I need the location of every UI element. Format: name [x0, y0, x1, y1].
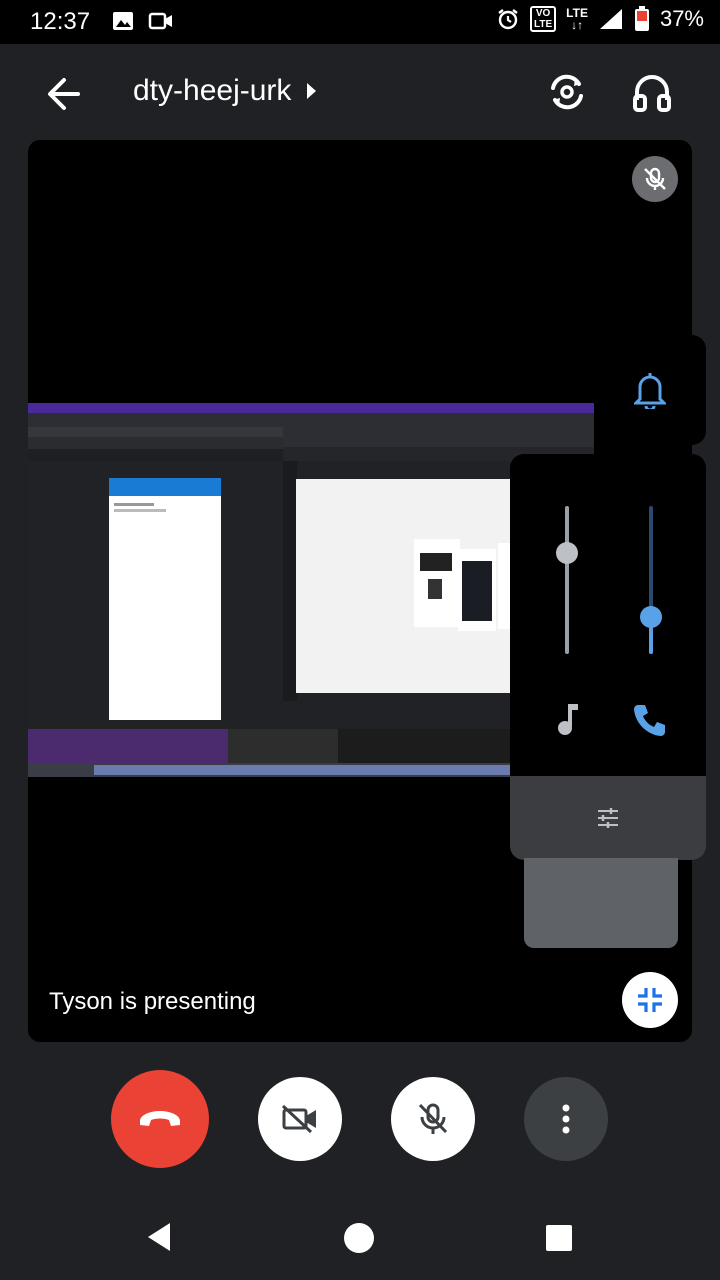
top-app-bar: dty-heej-urk — [0, 44, 720, 140]
mic-off-icon — [644, 167, 666, 190]
network-type: LTE ↓↑ — [566, 6, 588, 32]
status-time: 12:37 — [30, 8, 91, 35]
arrow-back-icon[interactable] — [40, 74, 86, 114]
video-icon — [148, 12, 172, 30]
meeting-code: dty-heej-urk — [133, 74, 292, 107]
status-bar: 12:37 VO LTE LTE ↓↑ 37% — [0, 0, 720, 44]
camera-off-icon — [281, 1104, 316, 1134]
mic-off-icon — [418, 1103, 448, 1134]
status-left-icons — [112, 10, 174, 32]
music-note-icon — [558, 704, 578, 735]
switch-camera-icon[interactable] — [545, 70, 589, 114]
alarm-icon — [498, 9, 518, 30]
volte-badge: VO LTE — [530, 6, 557, 32]
volume-panel — [510, 454, 706, 860]
minimize-button[interactable] — [622, 972, 678, 1028]
signal-icon — [599, 9, 622, 29]
battery-percent: 37% — [659, 6, 704, 31]
nav-home-icon[interactable] — [344, 1223, 374, 1253]
presenting-label: Tyson is presenting — [49, 988, 256, 1015]
participant-muted-badge — [632, 156, 678, 202]
volume-settings-footer[interactable] — [510, 776, 706, 860]
headphones-icon[interactable] — [630, 70, 674, 114]
self-view-tile[interactable] — [524, 858, 678, 948]
end-call-button[interactable] — [111, 1070, 209, 1168]
battery-icon — [634, 6, 649, 31]
phone-icon — [634, 705, 665, 736]
tune-icon[interactable] — [596, 806, 620, 830]
bell-icon[interactable] — [634, 371, 666, 409]
image-icon — [113, 12, 133, 30]
more-vert-icon — [562, 1104, 570, 1134]
ringer-mode-panel[interactable] — [594, 335, 706, 445]
nav-recents-icon[interactable] — [546, 1225, 572, 1251]
system-navigation-bar — [0, 1196, 720, 1280]
media-volume-track[interactable] — [565, 506, 569, 654]
microphone-toggle-button[interactable] — [391, 1077, 475, 1161]
caret-right-icon — [307, 83, 317, 99]
status-right-icons: VO LTE LTE ↓↑ 37% — [496, 6, 704, 32]
camera-toggle-button[interactable] — [258, 1077, 342, 1161]
meeting-code-title[interactable]: dty-heej-urk — [133, 74, 317, 108]
nav-back-icon[interactable] — [146, 1222, 172, 1252]
call-controls — [0, 1070, 720, 1168]
media-volume-thumb[interactable] — [556, 542, 578, 565]
more-options-button[interactable] — [524, 1077, 608, 1161]
call-volume-thumb[interactable] — [640, 606, 662, 628]
fullscreen-exit-icon — [638, 988, 662, 1012]
end-call-icon — [140, 1111, 180, 1126]
